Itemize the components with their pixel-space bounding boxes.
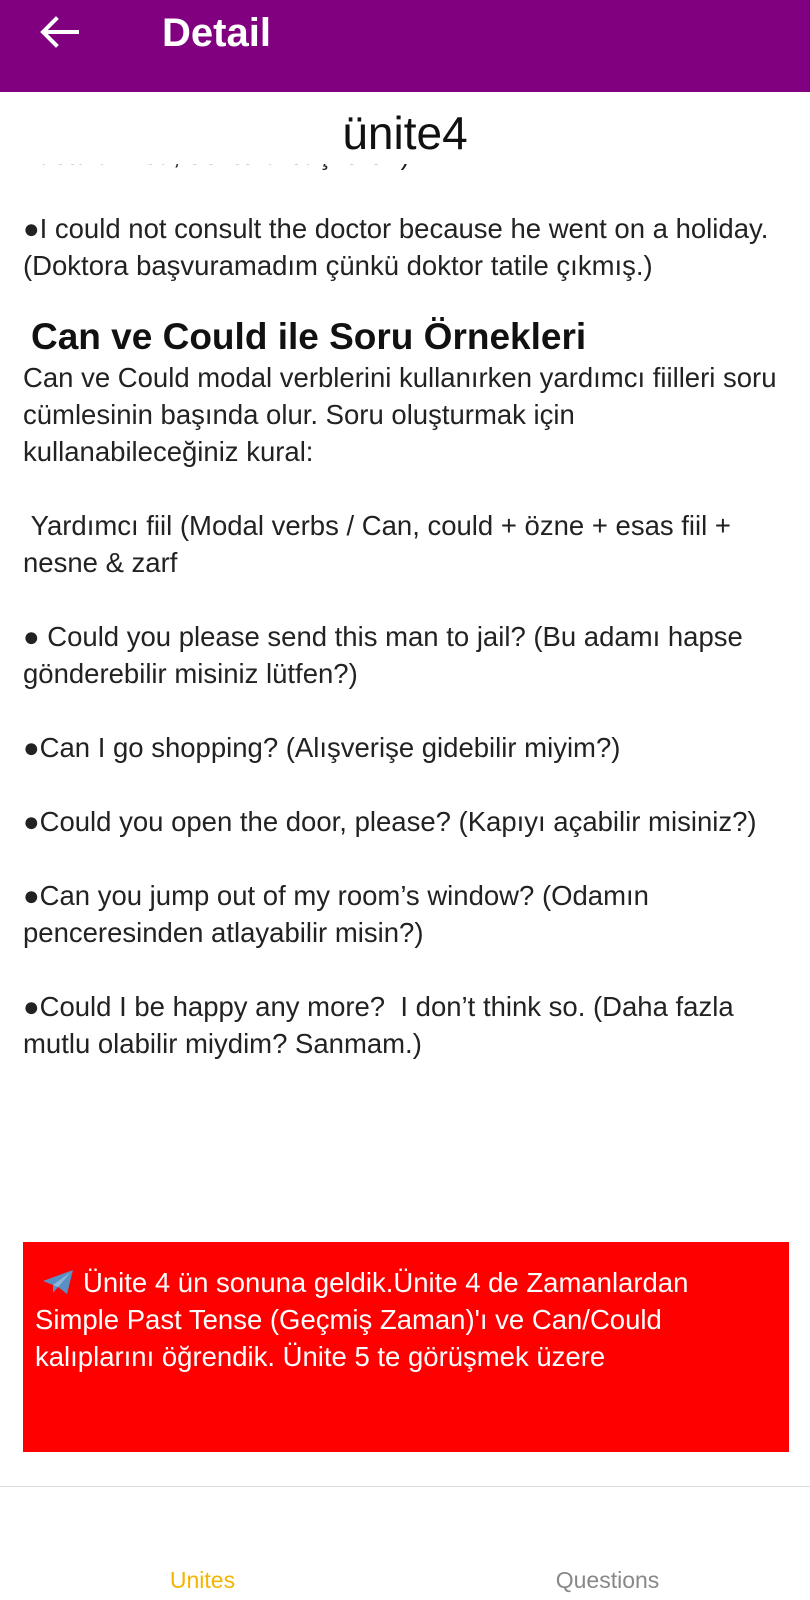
article-body: hastalanırsa, doktora başvurur.) ●I coul… xyxy=(23,136,793,1099)
paragraph: Can ve Could modal verblerini kullanırke… xyxy=(23,362,785,467)
detail-content[interactable]: ünite4 hastalanırsa, doktora başvurur.) … xyxy=(0,92,810,1486)
end-of-unit-notice: Ünite 4 ün sonuna geldik.Ünite 4 de Zama… xyxy=(23,1242,789,1452)
paragraph: ●Could I be happy any more? I don’t thin… xyxy=(23,991,742,1059)
nav-tab-questions[interactable]: Questions xyxy=(405,1566,810,1594)
paragraph: ●Can you jump out of my room’s window? (… xyxy=(23,880,657,948)
bottom-navigation: Unites Questions xyxy=(0,1486,810,1600)
paragraph: ●Could you open the door, please? (Kapıy… xyxy=(23,806,757,837)
arrow-left-icon xyxy=(40,16,79,48)
page-title: Detail xyxy=(162,11,271,55)
paragraph: ●I could not consult the doctor because … xyxy=(23,213,776,281)
telegram-send-icon xyxy=(43,1270,73,1294)
notice-text: Ünite 4 ün sonuna geldik.Ünite 4 de Zama… xyxy=(35,1267,689,1372)
back-button[interactable] xyxy=(36,12,82,52)
paragraph: ●Can I go shopping? (Alışverişe gidebili… xyxy=(23,732,621,763)
nav-tab-unites[interactable]: Unites xyxy=(0,1566,405,1594)
unit-title: ünite4 xyxy=(0,106,810,164)
app-bar: Detail xyxy=(0,0,810,92)
section-heading: Can ve Could ile Soru Örnekleri xyxy=(31,316,587,357)
paragraph: Yardımcı fiil (Modal verbs / Can, could … xyxy=(23,510,739,578)
paragraph: ● Could you please send this man to jail… xyxy=(23,621,751,689)
